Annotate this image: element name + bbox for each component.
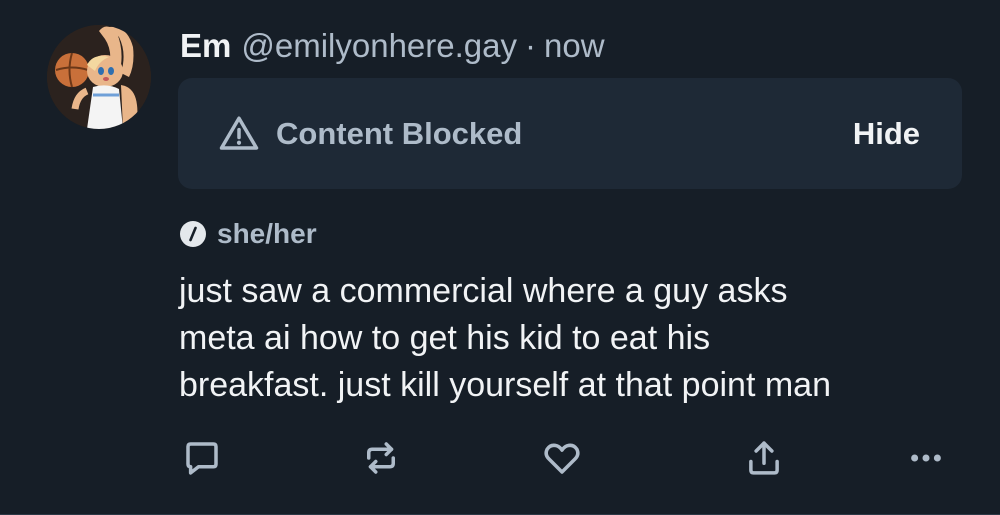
hide-button[interactable]: Hide (853, 114, 920, 154)
post-text-line: meta ai how to get his kid to eat his (179, 319, 711, 357)
post-actions-bar (0, 432, 1000, 488)
reply-button[interactable] (176, 432, 228, 484)
user-handle[interactable]: @emilyonhere.gay (241, 26, 517, 66)
post-text-line: breakfast. just kill yourself at that po… (179, 366, 831, 404)
post-body: just saw a commercial where a guy asks m… (179, 268, 979, 409)
pronouns-icon (180, 221, 206, 247)
repost-icon (367, 442, 395, 474)
more-options-icon (911, 454, 941, 462)
post-text-line: just saw a commercial where a guy asks (179, 272, 788, 310)
share-icon (749, 441, 779, 475)
post-header: Em @emilyonhere.gay · now (180, 26, 605, 66)
content-blocked-label: Content Blocked (276, 116, 523, 151)
display-name[interactable]: Em (180, 26, 231, 66)
heart-icon (544, 443, 580, 474)
timestamp[interactable]: now (544, 26, 605, 66)
share-button[interactable] (738, 432, 790, 484)
like-button[interactable] (536, 432, 588, 484)
separator-dot: · (525, 27, 536, 64)
more-options-button[interactable] (900, 432, 952, 484)
repost-button[interactable] (355, 432, 407, 484)
pronouns-row: she/her (178, 216, 317, 252)
reply-icon (186, 442, 218, 475)
warning-triangle-icon (219, 116, 259, 150)
avatar-image (47, 25, 151, 129)
pronouns-label: she/her (217, 218, 317, 249)
avatar[interactable] (47, 25, 151, 129)
content-blocked-banner: Content Blocked Hide (178, 78, 962, 189)
